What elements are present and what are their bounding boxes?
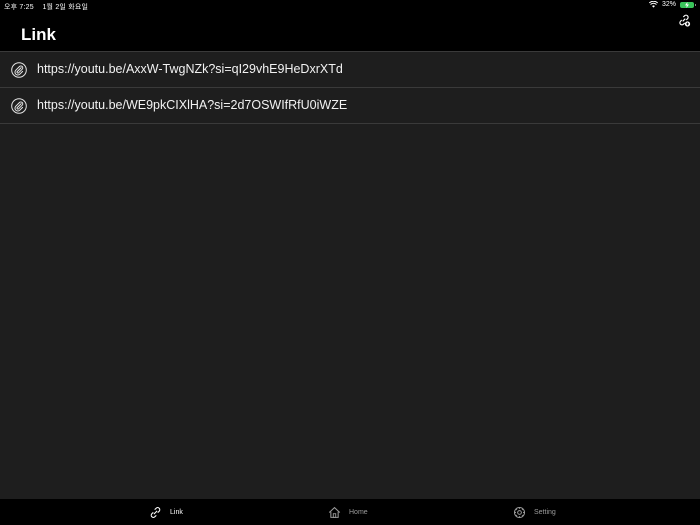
attachment-icon <box>11 98 27 114</box>
tab-bar: Link Home Setting <box>0 499 700 525</box>
tab-label: Home <box>349 508 368 516</box>
battery-percent: 32% <box>661 1 676 8</box>
link-list: https://youtu.be/AxxW-TwgNZk?si=qI29vhE9… <box>0 51 700 124</box>
attachment-icon <box>11 62 27 78</box>
link-url[interactable]: https://youtu.be/AxxW-TwgNZk?si=qI29vhE9… <box>37 62 343 76</box>
status-time-date: 오후 7:25 1월 2일 화요일 <box>4 2 88 12</box>
status-bar: 오후 7:25 1월 2일 화요일 32% <box>0 0 700 12</box>
status-indicators: 32% <box>648 1 696 8</box>
battery-icon <box>680 1 696 8</box>
wifi-icon <box>648 1 658 8</box>
home-icon <box>328 506 341 518</box>
header: Link <box>0 12 700 51</box>
link-url[interactable]: https://youtu.be/WE9pkCIXlHA?si=2d7OSWIf… <box>37 98 347 112</box>
tab-link[interactable]: Link <box>149 499 183 525</box>
page-title: Link <box>21 25 56 44</box>
tab-setting[interactable]: Setting <box>513 499 556 525</box>
status-date: 1월 2일 화요일 <box>42 4 89 11</box>
tab-label: Link <box>170 508 183 516</box>
share-link-icon[interactable] <box>677 13 691 27</box>
list-item[interactable]: https://youtu.be/WE9pkCIXlHA?si=2d7OSWIf… <box>0 88 700 124</box>
list-item[interactable]: https://youtu.be/AxxW-TwgNZk?si=qI29vhE9… <box>0 52 700 88</box>
gear-icon <box>513 506 526 518</box>
tab-label: Setting <box>534 508 556 516</box>
tab-home[interactable]: Home <box>328 499 368 525</box>
status-time: 오후 7:25 <box>4 4 34 11</box>
link-icon <box>150 506 161 518</box>
